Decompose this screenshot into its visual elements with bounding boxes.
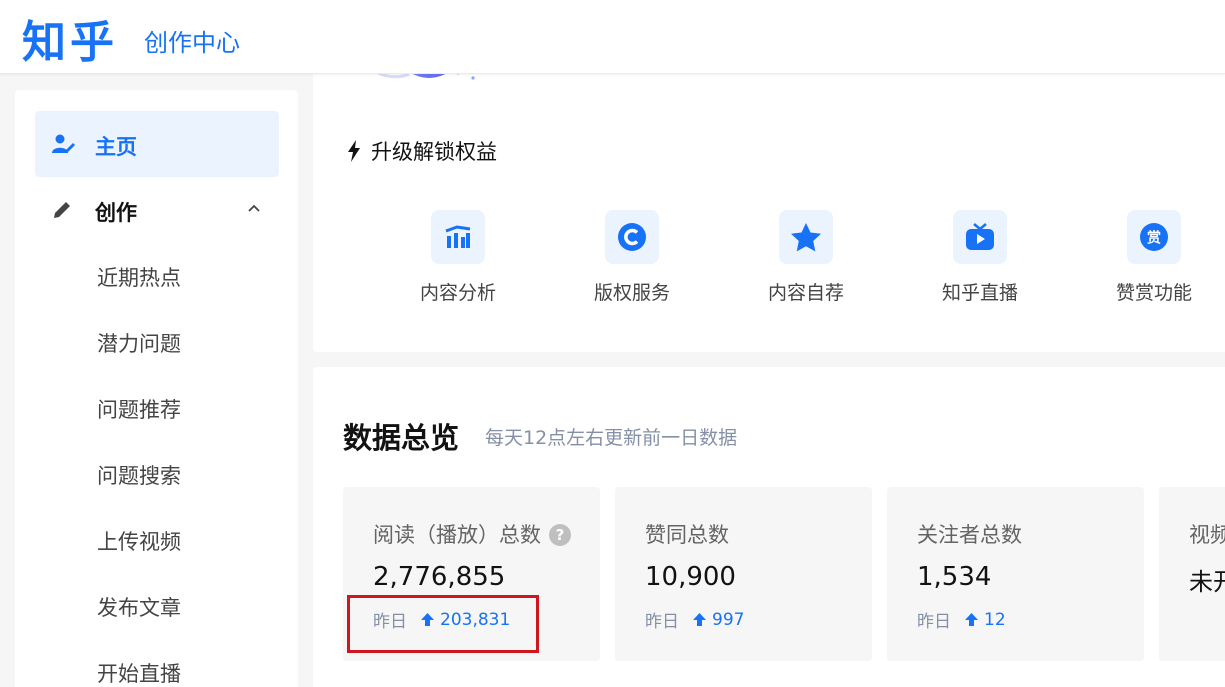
sidebar-subitem-question-search[interactable]: 问题搜索 — [97, 460, 181, 490]
highlight-box — [347, 595, 539, 653]
tool-label: 内容自荐 — [767, 282, 844, 304]
data-overview-hint: 每天12点左右更新前一日数据 — [485, 427, 738, 449]
stat-yesterday: 昨日 12 — [917, 607, 1006, 633]
stat-card-video[interactable]: 视频 未开 — [1159, 487, 1225, 661]
tool-zhihu-live[interactable]: 知乎直播 — [923, 210, 1043, 310]
tool-reward-function[interactable]: 赏 赞赏功能 — [1097, 210, 1217, 310]
star-icon — [779, 210, 833, 264]
reward-icon: 赏 — [1127, 210, 1181, 264]
tool-label: 版权服务 — [593, 282, 670, 304]
stat-label: 阅读（播放）总数? — [373, 519, 571, 549]
upgrade-label: 升级解锁权益 — [371, 140, 497, 164]
yesterday-value: 12 — [984, 609, 1006, 630]
sidebar-item-home[interactable]: 主页 — [35, 111, 279, 177]
upgrade-benefits[interactable]: 升级解锁权益 — [347, 136, 497, 166]
yesterday-value: 997 — [712, 609, 745, 630]
benefits-card: 升级解锁权益 内容分析 版权服务 内容自荐 知乎直播 赏 赞赏功能 — [313, 60, 1225, 352]
stat-label-text: 阅读（播放）总数 — [373, 523, 541, 547]
sidebar-item-label: 主页 — [95, 135, 137, 159]
stat-card-followers[interactable]: 关注者总数 1,534 昨日 12 — [887, 487, 1144, 661]
user-icon — [52, 134, 75, 153]
stat-card-upvotes[interactable]: 赞同总数 10,900 昨日 997 — [615, 487, 872, 661]
pencil-icon — [54, 202, 70, 218]
stat-yesterday: 昨日 997 — [645, 607, 745, 633]
help-icon[interactable]: ? — [549, 524, 571, 546]
zhihu-logo[interactable]: 知乎 — [22, 6, 118, 70]
stat-value: 1,534 — [917, 562, 992, 592]
sidebar: 主页 创作 近期热点 潜力问题 问题推荐 问题搜索 上传视频 发布文章 开始直播 — [15, 90, 298, 687]
yesterday-label: 昨日 — [917, 612, 951, 632]
app-title[interactable]: 创作中心 — [144, 23, 240, 58]
tool-label: 知乎直播 — [941, 282, 1018, 304]
yesterday-label: 昨日 — [645, 612, 679, 632]
stat-value: 未开 — [1189, 568, 1225, 596]
stat-value: 10,900 — [645, 562, 736, 592]
stat-value: 2,776,855 — [373, 562, 506, 592]
stat-label: 视频 — [1189, 523, 1225, 547]
tv-icon — [953, 210, 1007, 264]
sidebar-subitem-hot-topics[interactable]: 近期热点 — [97, 262, 181, 292]
sidebar-subitem-potential-questions[interactable]: 潜力问题 — [97, 328, 181, 358]
lightning-icon — [348, 140, 360, 162]
stat-label: 关注者总数 — [917, 523, 1022, 547]
reward-glyph: 赏 — [1147, 230, 1161, 247]
tool-label: 内容分析 — [419, 282, 496, 304]
tool-content-analysis[interactable]: 内容分析 — [401, 210, 521, 310]
stat-label: 赞同总数 — [645, 523, 729, 547]
sidebar-subitem-recommended-questions[interactable]: 问题推荐 — [97, 394, 181, 424]
tool-content-self-recommend[interactable]: 内容自荐 — [749, 210, 869, 310]
arrow-up-icon — [693, 613, 706, 626]
tool-copyright-service[interactable]: 版权服务 — [575, 210, 695, 310]
data-overview-title: 数据总览 — [343, 421, 460, 455]
tool-label: 赞赏功能 — [1115, 282, 1192, 304]
chart-icon — [431, 210, 485, 264]
header: 知乎 创作中心 — [0, 0, 1225, 74]
sidebar-subitem-publish-article[interactable]: 发布文章 — [97, 592, 181, 622]
copyright-icon — [605, 210, 659, 264]
sidebar-item-create[interactable]: 创作 — [35, 177, 279, 243]
arrow-up-icon — [965, 613, 978, 626]
sidebar-subitem-start-live[interactable]: 开始直播 — [97, 658, 181, 687]
sidebar-item-label: 创作 — [95, 201, 137, 225]
sidebar-subitem-upload-video[interactable]: 上传视频 — [97, 526, 181, 556]
chevron-up-icon[interactable] — [247, 201, 261, 215]
